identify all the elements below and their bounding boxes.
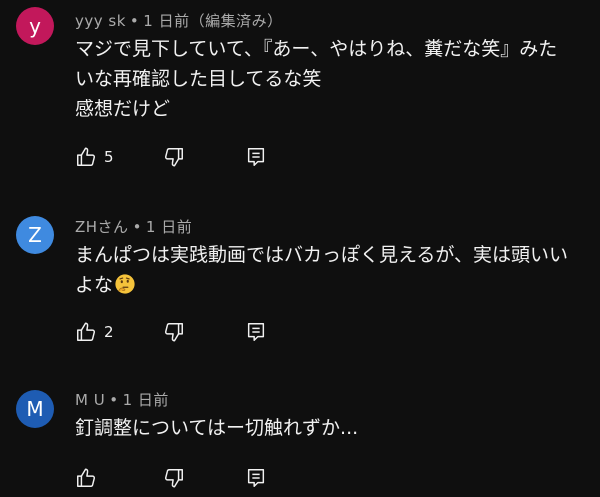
- like-count: 2: [104, 323, 114, 341]
- dislike-button[interactable]: [163, 466, 185, 490]
- comment-line: いな再確認した目してるな笑: [75, 68, 322, 90]
- thinking-face-emoji-icon: [115, 274, 135, 294]
- avatar[interactable]: M: [16, 390, 54, 428]
- dislike-button[interactable]: [163, 145, 185, 169]
- comment-time[interactable]: 1 日前: [146, 218, 192, 236]
- meta-separator: •: [129, 12, 140, 30]
- meta-separator: •: [132, 218, 142, 236]
- avatar[interactable]: y: [16, 7, 54, 45]
- thumbs-up-icon: [77, 322, 96, 341]
- like-count: 5: [104, 148, 114, 166]
- comment-text: マジで見下していて、『あー、やはりね、糞だな笑』みた いな再確認した目してるな笑…: [75, 34, 565, 124]
- thumbs-up-icon: [77, 468, 96, 487]
- avatar[interactable]: Z: [16, 216, 54, 254]
- thumbs-up-icon: [77, 147, 96, 166]
- reply-comment-icon: [247, 148, 265, 166]
- comment-text: まんぱつは実践動画ではバカっぽく見えるが、実は頭いい よな: [75, 240, 569, 300]
- reply-comment-icon: [247, 469, 265, 487]
- comment-text: 釘調整についてはー切触れずか...: [75, 413, 565, 443]
- reply-button[interactable]: [245, 466, 267, 490]
- reply-button[interactable]: [245, 320, 267, 344]
- like-button[interactable]: [75, 466, 104, 490]
- comment-meta: ZHさん • 1 日前: [75, 216, 192, 237]
- like-button[interactable]: 2: [75, 320, 114, 344]
- thumbs-down-icon: [164, 469, 183, 488]
- thumbs-down-icon: [164, 148, 183, 167]
- dislike-button[interactable]: [163, 320, 185, 344]
- comment-line: よな: [75, 270, 565, 300]
- comment-line: 釘調整についてはー切触れずか...: [75, 417, 359, 439]
- comment-time[interactable]: 1 日前: [123, 391, 169, 409]
- comment-line: マジで見下していて、『あー、やはりね、糞だな笑』みた: [75, 38, 558, 60]
- comment-meta: M U • 1 日前: [75, 389, 169, 410]
- comment-line: 感想だけど: [75, 98, 171, 120]
- meta-separator: •: [109, 391, 119, 409]
- comment-time[interactable]: 1 日前（編集済み）: [143, 12, 282, 30]
- comment-line-text: よな: [75, 274, 114, 296]
- reply-button[interactable]: [245, 145, 267, 169]
- like-button[interactable]: 5: [75, 145, 114, 169]
- author-name[interactable]: ZHさん: [75, 218, 129, 236]
- comment-line: まんぱつは実践動画ではバカっぽく見えるが、実は頭いい: [75, 244, 569, 266]
- comment-meta: yyy sk • 1 日前（編集済み）: [75, 10, 283, 31]
- thumbs-down-icon: [164, 323, 183, 342]
- author-name[interactable]: M U: [75, 391, 105, 409]
- reply-comment-icon: [247, 323, 265, 341]
- author-name[interactable]: yyy sk: [75, 12, 126, 30]
